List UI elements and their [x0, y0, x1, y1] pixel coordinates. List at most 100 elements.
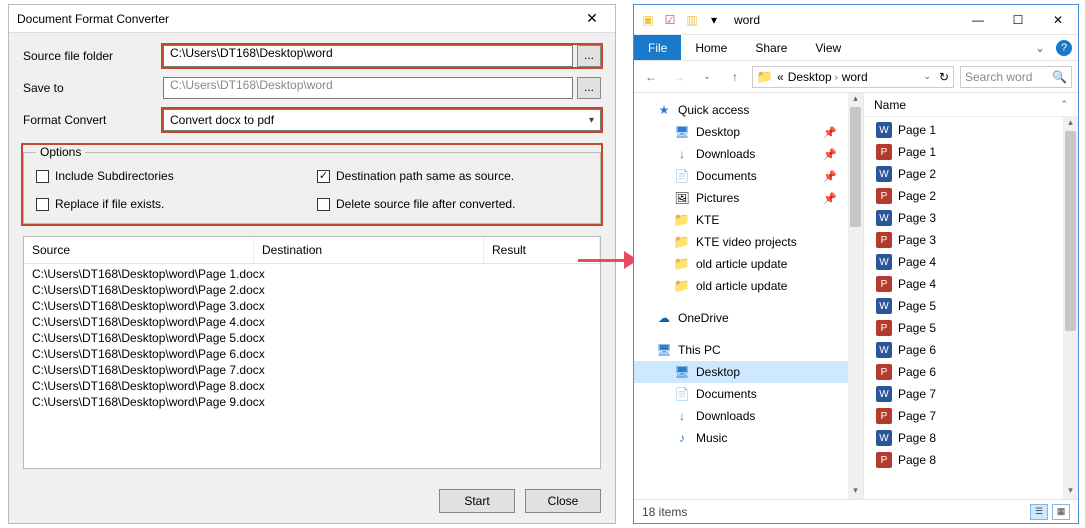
- file-item[interactable]: PPage 1: [864, 141, 1078, 163]
- explorer-title: word: [728, 13, 958, 27]
- tree-documents[interactable]: Documents📌: [634, 165, 863, 187]
- minimize-button[interactable]: —: [958, 5, 998, 35]
- onedrive-icon: ☁: [656, 310, 672, 326]
- docx-icon: W: [876, 254, 892, 270]
- list-item[interactable]: C:\Users\DT168\Desktop\word\Page 8.docx: [24, 378, 600, 394]
- browse-save-button[interactable]: ...: [577, 77, 601, 99]
- address-bar[interactable]: « Desktop› word ⌄ ↻: [752, 66, 954, 88]
- tree-kte[interactable]: KTE: [634, 209, 863, 231]
- list-item[interactable]: C:\Users\DT168\Desktop\word\Page 3.docx: [24, 298, 600, 314]
- file-item[interactable]: WPage 6: [864, 339, 1078, 361]
- dialog-title: Document Format Converter: [17, 12, 577, 26]
- tree-quick-access[interactable]: ★Quick access: [634, 99, 863, 121]
- col-source[interactable]: Source: [24, 237, 254, 263]
- tree-kte-video[interactable]: KTE video projects: [634, 231, 863, 253]
- sort-chevron-icon[interactable]: ⌃: [1060, 99, 1068, 110]
- icons-view-icon[interactable]: ▦: [1052, 504, 1070, 520]
- file-item[interactable]: PPage 8: [864, 449, 1078, 471]
- replace-checkbox[interactable]: Replace if file exists.: [36, 197, 307, 211]
- tree-onedrive[interactable]: ☁OneDrive: [634, 307, 863, 329]
- file-item[interactable]: WPage 1: [864, 119, 1078, 141]
- file-item[interactable]: WPage 4: [864, 251, 1078, 273]
- maximize-button[interactable]: ☐: [998, 5, 1038, 35]
- list-item[interactable]: C:\Users\DT168\Desktop\word\Page 7.docx: [24, 362, 600, 378]
- tree-pc-music[interactable]: Music: [634, 427, 863, 449]
- files-scrollbar[interactable]: ▴▾: [1063, 117, 1078, 499]
- qat-icon[interactable]: ▥: [682, 10, 702, 30]
- search-input[interactable]: Search word 🔍: [960, 66, 1072, 88]
- browse-source-button[interactable]: ...: [577, 45, 601, 67]
- chevron-down-icon[interactable]: ⌄: [923, 71, 931, 82]
- dest-same-checkbox[interactable]: ✓Destination path same as source.: [317, 169, 588, 183]
- recent-chevron-icon[interactable]: ⌄: [696, 66, 718, 88]
- tree-pictures[interactable]: Pictures📌: [634, 187, 863, 209]
- file-item[interactable]: WPage 7: [864, 383, 1078, 405]
- file-item[interactable]: WPage 5: [864, 295, 1078, 317]
- tab-share[interactable]: Share: [741, 35, 801, 60]
- folder-icon: [674, 212, 690, 228]
- close-button[interactable]: Close: [525, 489, 601, 513]
- help-icon[interactable]: ?: [1056, 40, 1072, 56]
- up-button[interactable]: ↑: [724, 66, 746, 88]
- list-item[interactable]: C:\Users\DT168\Desktop\word\Page 6.docx: [24, 346, 600, 362]
- tab-file[interactable]: File: [634, 35, 681, 60]
- list-item[interactable]: C:\Users\DT168\Desktop\word\Page 5.docx: [24, 330, 600, 346]
- pdf-icon: P: [876, 188, 892, 204]
- source-input[interactable]: C:\Users\DT168\Desktop\word: [163, 45, 573, 67]
- file-item[interactable]: PPage 3: [864, 229, 1078, 251]
- file-item[interactable]: PPage 7: [864, 405, 1078, 427]
- format-select[interactable]: Convert docx to pdf ▾: [163, 109, 601, 131]
- qat-chevron-icon[interactable]: ▾: [704, 10, 724, 30]
- folder-icon: [674, 278, 690, 294]
- folder-icon: [757, 69, 773, 85]
- file-item[interactable]: PPage 6: [864, 361, 1078, 383]
- list-item[interactable]: C:\Users\DT168\Desktop\word\Page 1.docx: [24, 266, 600, 282]
- tree-desktop[interactable]: 🖥Desktop📌: [634, 121, 863, 143]
- converter-dialog: Document Format Converter ✕ Source file …: [8, 4, 616, 524]
- refresh-icon[interactable]: ↻: [939, 70, 949, 84]
- file-item[interactable]: PPage 4: [864, 273, 1078, 295]
- tree-pc-desktop[interactable]: 🖥Desktop: [634, 361, 863, 383]
- qat-icon[interactable]: ☑: [660, 10, 680, 30]
- list-rows: C:\Users\DT168\Desktop\word\Page 1.docxC…: [24, 264, 600, 412]
- folder-icon: [674, 234, 690, 250]
- folder-icon[interactable]: ▣: [638, 10, 658, 30]
- tree-pc-documents[interactable]: Documents: [634, 383, 863, 405]
- list-item[interactable]: C:\Users\DT168\Desktop\word\Page 9.docx: [24, 394, 600, 410]
- file-item[interactable]: PPage 5: [864, 317, 1078, 339]
- include-sub-checkbox[interactable]: Include Subdirectories: [36, 169, 307, 183]
- tab-home[interactable]: Home: [681, 35, 741, 60]
- delete-src-checkbox[interactable]: Delete source file after converted.: [317, 197, 588, 211]
- files-header[interactable]: Name ⌃: [864, 93, 1078, 117]
- file-item[interactable]: WPage 3: [864, 207, 1078, 229]
- file-pane: Name ⌃ WPage 1PPage 1WPage 2PPage 2WPage…: [864, 93, 1078, 499]
- details-view-icon[interactable]: ☰: [1030, 504, 1048, 520]
- ribbon-expand-icon[interactable]: ⌄: [1030, 35, 1050, 60]
- start-button[interactable]: Start: [439, 489, 515, 513]
- back-button[interactable]: ←: [640, 66, 662, 88]
- tree-old-article[interactable]: old article update: [634, 253, 863, 275]
- tree-old-article[interactable]: old article update: [634, 275, 863, 297]
- tree-scrollbar[interactable]: ▴▾: [848, 93, 863, 499]
- pdf-icon: P: [876, 320, 892, 336]
- col-destination[interactable]: Destination: [254, 237, 484, 263]
- docx-icon: W: [876, 430, 892, 446]
- tree-downloads[interactable]: Downloads📌: [634, 143, 863, 165]
- file-item[interactable]: WPage 2: [864, 163, 1078, 185]
- close-button[interactable]: ✕: [1038, 5, 1078, 35]
- search-icon: 🔍: [1052, 70, 1067, 84]
- tab-view[interactable]: View: [801, 35, 855, 60]
- file-item[interactable]: PPage 2: [864, 185, 1078, 207]
- tree-pc-downloads[interactable]: Downloads: [634, 405, 863, 427]
- chevron-right-icon[interactable]: ›: [835, 72, 838, 82]
- forward-button[interactable]: →: [668, 66, 690, 88]
- close-icon[interactable]: ✕: [577, 10, 607, 27]
- explorer-window: ▣ ☑ ▥ ▾ word — ☐ ✕ File Home Share View …: [633, 4, 1079, 524]
- file-item[interactable]: WPage 8: [864, 427, 1078, 449]
- list-item[interactable]: C:\Users\DT168\Desktop\word\Page 4.docx: [24, 314, 600, 330]
- file-list: Source Destination Result C:\Users\DT168…: [23, 236, 601, 469]
- tree-this-pc[interactable]: 🖥This PC: [634, 339, 863, 361]
- list-item[interactable]: C:\Users\DT168\Desktop\word\Page 2.docx: [24, 282, 600, 298]
- pdf-icon: P: [876, 232, 892, 248]
- save-input[interactable]: C:\Users\DT168\Desktop\word: [163, 77, 573, 99]
